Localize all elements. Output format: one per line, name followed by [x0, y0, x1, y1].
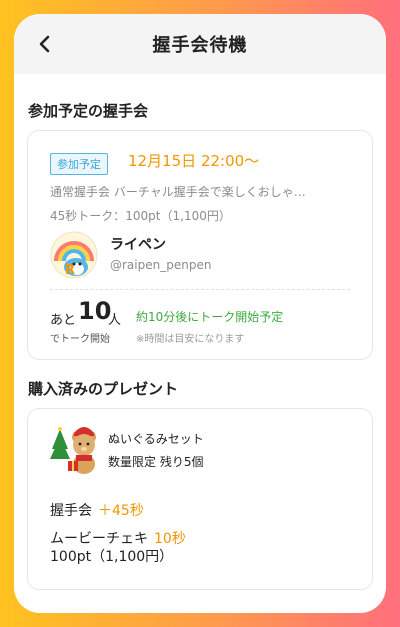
gift-item-row: 握手会 ＋45秒: [50, 500, 144, 520]
queue-eta: 約10分後にトーク開始予定: [136, 310, 284, 324]
event-description: 通常握手会 バーチャル握手会で楽しくおしゃ…: [50, 185, 306, 199]
card-divider: [50, 289, 350, 290]
queue-note: ※時間は目安になります: [136, 334, 245, 345]
gift-item-value: 10秒: [154, 531, 186, 547]
page-title: 握手会待機: [152, 35, 248, 56]
section-title-present: 購入済みのプレゼント: [28, 380, 179, 398]
talent-name: ライペン: [110, 237, 166, 253]
event-price: 45秒トーク：100pt（1,100円）: [50, 209, 231, 223]
queue-subtext: でトーク開始: [50, 334, 110, 345]
gift-price: 100pt（1,100円）: [50, 549, 174, 565]
section-title-upcoming: 参加予定の握手会: [28, 102, 149, 120]
talent-handle: @raipen_penpen: [110, 258, 212, 272]
gift-item-row: ムービーチェキ 10秒: [50, 528, 186, 548]
event-date: 12月15日 22:00〜: [128, 152, 260, 170]
status-badge: 参加予定: [50, 153, 108, 175]
gift-limit: 数量限定 残り5個: [108, 455, 204, 469]
back-button[interactable]: [32, 30, 58, 58]
talent-avatar: R: [50, 231, 98, 279]
app-screen: 握手会待機 参加予定の握手会 参加予定 12月15日 22:00〜 通常握手会 …: [14, 14, 386, 613]
chevron-left-icon: [39, 35, 50, 53]
gift-item-value: ＋45秒: [98, 503, 144, 519]
present-card[interactable]: ぬいぐるみセット 数量限定 残り5個 握手会 ＋45秒 ムービーチェキ 10秒 10…: [27, 408, 373, 590]
queue-suffix: 人: [108, 313, 122, 328]
queue-count: 10: [78, 297, 112, 325]
upcoming-event-card[interactable]: 参加予定 12月15日 22:00〜 通常握手会 バーチャル握手会で楽しくおしゃ…: [27, 130, 373, 360]
header-bar: 握手会待機: [14, 14, 386, 74]
gift-item-label: 握手会: [50, 503, 92, 519]
gift-name: ぬいぐるみセット: [108, 432, 204, 446]
teddy-bear-icon: [48, 423, 100, 475]
queue-prefix: あと: [50, 313, 77, 328]
avatar-letter: R: [65, 263, 75, 278]
gift-item-label: ムービーチェキ: [50, 531, 148, 547]
